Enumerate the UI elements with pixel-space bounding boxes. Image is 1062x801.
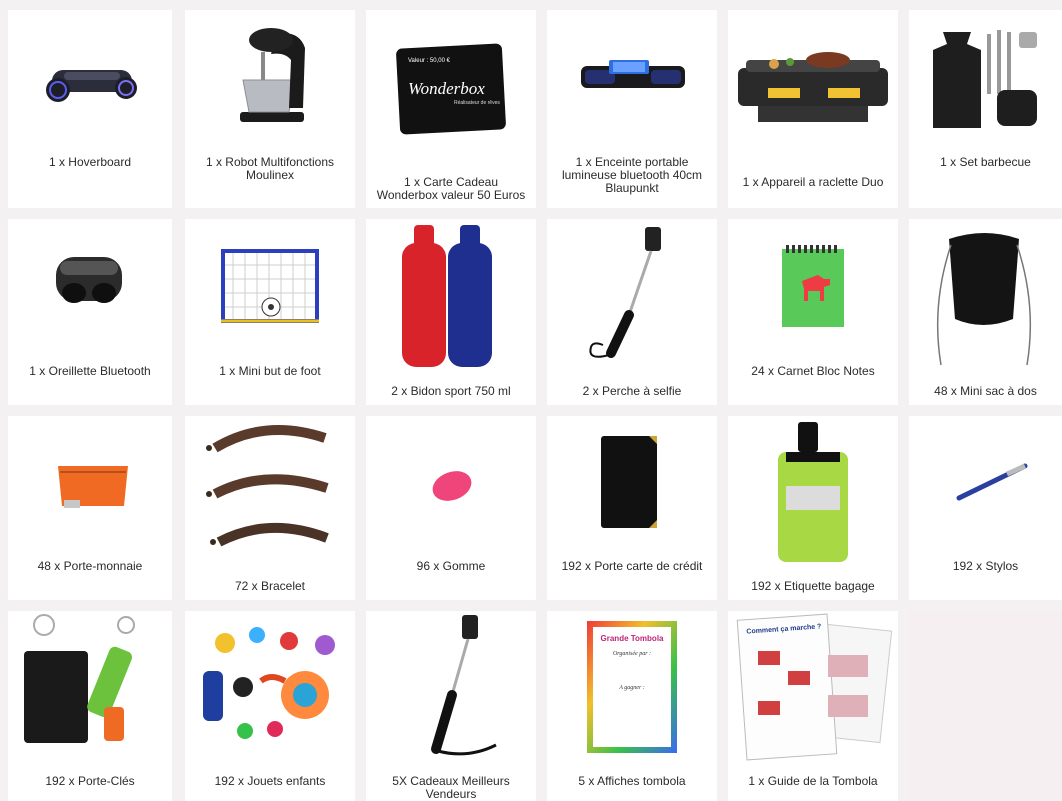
product-card[interactable]: 2 x Bidon sport 750 ml bbox=[366, 219, 536, 405]
product-card[interactable]: 1 x Enceinte portable lumineuse bluetoot… bbox=[547, 10, 717, 208]
product-label: 1 x Guide de la Tombola bbox=[748, 774, 878, 788]
product-card[interactable]: Grande Tombola Organisée par : A gagner … bbox=[547, 611, 717, 801]
gift-card-value: Valeur : 50,00 € bbox=[408, 58, 451, 64]
product-label: 1 x Carte Cadeau Wonderbox valeur 50 Eur… bbox=[376, 175, 526, 202]
product-card[interactable]: 48 x Porte-monnaie bbox=[8, 416, 172, 600]
product-card[interactable]: Comment ça marche ? 1 x Guide de la Tomb… bbox=[728, 611, 898, 801]
product-label: 192 x Porte-Clés bbox=[45, 774, 135, 788]
raffle-poster-icon: Grande Tombola Organisée par : A gagner … bbox=[587, 621, 677, 753]
coin-purse-icon bbox=[58, 466, 128, 508]
product-card[interactable]: 96 x Gomme bbox=[366, 416, 536, 600]
product-label: 1 x Mini but de foot bbox=[219, 364, 321, 378]
product-label: 1 x Oreillette Bluetooth bbox=[29, 364, 151, 378]
product-label: 48 x Porte-monnaie bbox=[37, 559, 143, 573]
notebook-icon bbox=[782, 245, 844, 327]
barbecue-set-icon bbox=[933, 30, 1037, 128]
product-card[interactable]: 1 x Oreillette Bluetooth bbox=[8, 219, 172, 405]
product-card[interactable]: 5X Cadeaux Meilleurs Vendeurs bbox=[366, 611, 536, 801]
product-card[interactable]: 1 x Hoverboard bbox=[8, 10, 172, 208]
product-card[interactable]: 24 x Carnet Bloc Notes bbox=[728, 219, 898, 405]
product-card[interactable]: 192 x Porte-Clés bbox=[8, 611, 172, 801]
luggage-tag-icon bbox=[778, 422, 848, 562]
product-card[interactable]: 1 x Robot Multifonctions Moulinex bbox=[185, 10, 355, 208]
empty-card bbox=[909, 611, 1062, 801]
product-label: 1 x Appareil a raclette Duo bbox=[742, 175, 884, 189]
product-label: 192 x Stylos bbox=[952, 559, 1019, 573]
product-label: 2 x Perche à selfie bbox=[582, 384, 682, 398]
guide-leaflet-icon: Comment ça marche ? bbox=[736, 613, 893, 761]
product-card[interactable]: 1 x Appareil a raclette Duo bbox=[728, 10, 898, 208]
product-label: 96 x Gomme bbox=[416, 559, 486, 573]
product-label: 5X Cadeaux Meilleurs Vendeurs bbox=[392, 774, 510, 801]
product-card[interactable]: Valeur : 50,00 € Wonderbox Réalisateur d… bbox=[366, 10, 536, 208]
selfie-stick-icon bbox=[431, 615, 497, 756]
product-label: 192 x Porte carte de crédit bbox=[561, 559, 703, 573]
product-card[interactable]: 192 x Etiquette bagage bbox=[728, 416, 898, 600]
product-label: 1 x Enceinte portable lumineuse bluetoot… bbox=[561, 155, 703, 195]
product-card[interactable]: 1 x Set barbecue bbox=[909, 10, 1062, 208]
earbuds-icon bbox=[56, 257, 122, 303]
product-label: 24 x Carnet Bloc Notes bbox=[751, 364, 875, 378]
pen-icon bbox=[956, 463, 1028, 501]
product-label: 2 x Bidon sport 750 ml bbox=[391, 384, 511, 398]
raclette-grill-icon bbox=[738, 52, 888, 122]
gift-card-icon: Valeur : 50,00 € Wonderbox Réalisateur d… bbox=[396, 43, 506, 135]
product-card[interactable]: 2 x Perche à selfie bbox=[547, 219, 717, 405]
drawstring-bag-icon bbox=[936, 233, 1032, 366]
poster-line-2: A gagner : bbox=[618, 685, 645, 691]
product-label: 5 x Affiches tombola bbox=[578, 774, 686, 788]
selfie-stick-icon bbox=[589, 227, 661, 358]
product-card[interactable]: 192 x Stylos bbox=[909, 416, 1062, 600]
poster-title: Grande Tombola bbox=[601, 634, 665, 643]
gift-card-tagline: Réalisateur de rêves bbox=[454, 100, 500, 106]
poster-line-1: Organisée par : bbox=[613, 651, 651, 657]
product-label: 192 x Etiquette bagage bbox=[751, 579, 875, 593]
product-card[interactable]: 1 x Mini but de foot bbox=[185, 219, 355, 405]
product-label: 192 x Jouets enfants bbox=[214, 774, 326, 788]
product-card[interactable]: 192 x Porte carte de crédit bbox=[547, 416, 717, 600]
product-card[interactable]: 192 x Jouets enfants bbox=[185, 611, 355, 801]
keychain-icon bbox=[24, 614, 135, 743]
product-label: 1 x Hoverboard bbox=[48, 155, 132, 169]
card-holder-icon bbox=[601, 436, 657, 528]
product-grid: 1 x Hoverboard 1 x Robot Multifonctions … bbox=[0, 0, 1062, 801]
product-label: 1 x Robot Multifonctions Moulinex bbox=[205, 155, 335, 182]
product-label: 72 x Bracelet bbox=[234, 579, 306, 593]
football-goal-icon bbox=[221, 249, 319, 323]
sport-bottles-icon bbox=[402, 225, 492, 367]
gift-card-brand: Wonderbox bbox=[408, 79, 485, 98]
product-label: 1 x Set barbecue bbox=[940, 155, 1031, 169]
eraser-icon bbox=[432, 471, 472, 501]
product-card[interactable]: 72 x Bracelet bbox=[185, 416, 355, 600]
bluetooth-speaker-icon bbox=[581, 60, 685, 88]
bracelet-icon bbox=[206, 425, 329, 547]
kids-toys-icon bbox=[203, 627, 335, 739]
hoverboard-icon bbox=[46, 70, 137, 102]
stand-mixer-icon bbox=[240, 28, 305, 122]
product-label: 48 x Mini sac à dos bbox=[934, 384, 1037, 398]
product-card[interactable]: 48 x Mini sac à dos bbox=[909, 219, 1062, 405]
